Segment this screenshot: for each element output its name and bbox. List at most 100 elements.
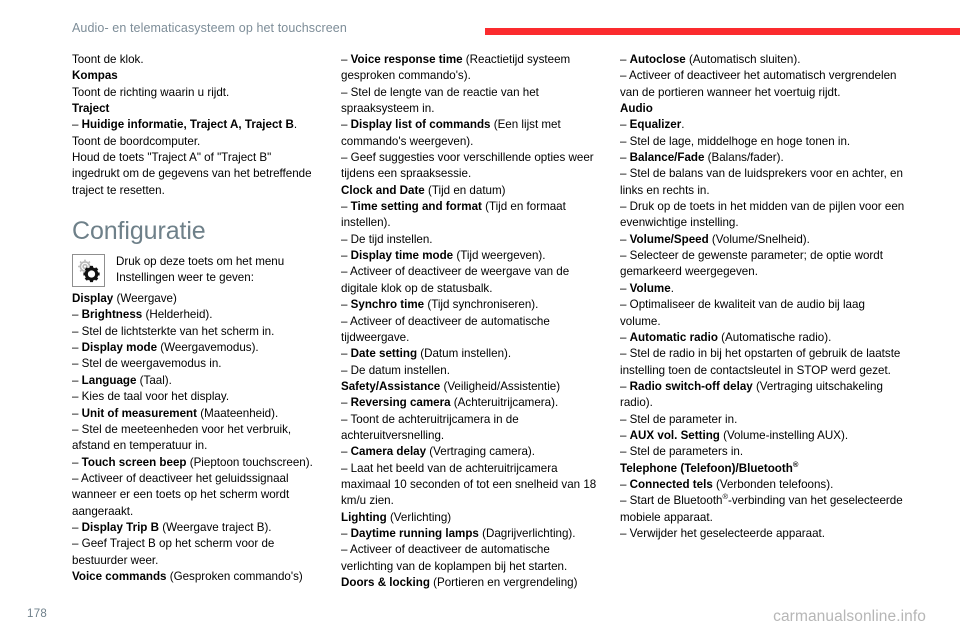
right-col-line-21: – Verwijder het geselecteerde apparaat. [620, 526, 905, 542]
middle-col-line-21: Doors & locking (Portieren en vergrendel… [341, 575, 599, 591]
term-label: Touch screen beep [81, 455, 187, 469]
bullet-dash: – [72, 455, 82, 469]
bullet-dash: – [72, 422, 82, 436]
term-description: Toont de richting waarin u rijdt. [72, 85, 230, 99]
term-label: Camera delay [350, 445, 427, 459]
bullet-dash: – [341, 53, 351, 66]
header-title: Audio- en telematicasysteem op het touch… [72, 21, 347, 35]
left-col-settings-line-10: – Activeer of deactiveer het geluidssign… [72, 471, 322, 520]
term-description: Toont de achteruitrijcamera in de achter… [341, 412, 519, 442]
term-description: Stel de balans van de luidsprekers voor … [620, 167, 903, 197]
gears-settings-icon-svg [78, 259, 100, 283]
settings-icon-caption-line-2: Instellingen weer te geven: [116, 271, 254, 285]
middle-col-line-4: Clock and Date (Tijd en datum) [341, 183, 599, 199]
middle-col-line-7: – Display time mode (Tijd weergeven). [341, 248, 599, 264]
middle-col-line-20: – Activeer of deactiveer de automatische… [341, 542, 599, 575]
term-description: (Vertraging camera). [426, 445, 535, 459]
bullet-dash: – [620, 281, 630, 295]
bullet-dash: – [620, 428, 630, 442]
middle-col-line-17: – Laat het beeld van de achteruitrijcame… [341, 461, 599, 510]
term-description: Activeer of deactiveer de automatische t… [341, 314, 550, 344]
term-label: Safety/Assistance [341, 379, 441, 393]
right-col-line-13: – Stel de radio in bij het opstarten of … [620, 346, 905, 379]
term-description: Kies de taal voor het display. [81, 390, 230, 404]
term-description: (Verbonden telefoons). [712, 477, 834, 491]
right-col-line-20: – Start de Bluetooth®-verbinding van het… [620, 493, 905, 526]
term-description: (Tijd synchroniseren). [424, 298, 539, 312]
bullet-dash: – [620, 200, 630, 214]
term-description: . [681, 118, 685, 132]
left-col-settings-line-6: – Kies de taal voor het display. [72, 389, 322, 405]
term-description: (Pieptoon touchscreen). [186, 455, 313, 469]
term-label: AUX vol. Setting [629, 428, 720, 442]
bullet-dash: – [72, 118, 82, 132]
bullet-dash: – [620, 167, 630, 181]
bullet-dash: – [620, 298, 630, 312]
term-label: Telephone (Telefoon)/Bluetooth [620, 461, 793, 475]
term-label: Radio switch-off delay [629, 379, 753, 393]
column-left: Toont de klok. Kompas Toont de richting wa… [72, 52, 322, 585]
left-col-settings-line-9: – Touch screen beep (Pieptoon touchscree… [72, 455, 322, 471]
term-label: Huidige informatie, Traject A, Traject B [81, 118, 294, 132]
left-col-settings-line-12: – Geef Traject B op het scherm voor de b… [72, 536, 322, 569]
bullet-dash: – [341, 445, 351, 459]
left-col-settings-line-5: – Language (Taal). [72, 373, 322, 389]
bullet-dash: – [341, 314, 351, 328]
bullet-dash: – [620, 151, 630, 165]
term-label: Voice commands [72, 569, 167, 583]
term-description: Geef Traject B op het scherm voor de bes… [72, 537, 275, 567]
term-description: Stel de parameter in. [629, 412, 738, 426]
left-col-settings-line-8: – Stel de meeteenheden voor het verbruik… [72, 422, 322, 455]
term-description: (Volume-instelling AUX). [719, 428, 849, 442]
term-label: Language [81, 373, 137, 387]
term-label: Traject [72, 102, 110, 116]
bullet-dash: – [341, 396, 351, 410]
bullet-dash: – [341, 543, 351, 557]
bullet-dash: – [620, 69, 630, 83]
term-label: Lighting [341, 510, 387, 524]
term-label: Reversing camera [350, 396, 451, 410]
right-col-line-6: – Stel de balans van de luidsprekers voo… [620, 166, 905, 199]
right-col-line-2: Audio [620, 101, 905, 117]
bullet-dash: – [341, 249, 351, 263]
gears-settings-icon[interactable] [72, 254, 105, 288]
middle-col-line-2: – Display list of commands (Een lijst me… [341, 117, 599, 150]
left-col-settings-line-2: – Stel de lichtsterkte van het scherm in… [72, 324, 322, 340]
term-description: Activeer of deactiveer het geluidssignaa… [72, 471, 290, 518]
term-description: (Weergavemodus). [157, 341, 259, 355]
middle-col-line-5: – Time setting and format (Tijd en forma… [341, 199, 599, 232]
bullet-dash: – [72, 357, 82, 371]
term-label: Display time mode [350, 249, 454, 263]
left-col-line-0: Toont de klok. [72, 52, 322, 68]
right-col-line-8: – Volume/Speed (Volume/Snelheid). [620, 232, 905, 248]
term-description: Laat het beeld van de achteruitrijcamera… [341, 461, 597, 508]
term-description: Stel de radio in bij het opstarten of ge… [620, 347, 901, 377]
right-col-line-19: – Connected tels (Verbonden telefoons). [620, 477, 905, 493]
bullet-dash: – [620, 232, 630, 246]
term-label: Balance/Fade [629, 151, 705, 165]
term-description: (Tijd en datum) [424, 183, 506, 197]
left-col-line-1: Kompas [72, 68, 322, 84]
bullet-dash: – [341, 526, 351, 540]
bullet-dash: – [72, 520, 82, 534]
right-col-line-17: – Stel de parameters in. [620, 444, 905, 460]
left-col-settings-line-11: – Display Trip B (Weergave traject B). [72, 520, 322, 536]
term-description: Activeer of deactiveer de weergave van d… [341, 265, 570, 295]
term-description: Stel de parameters in. [629, 445, 744, 459]
middle-col-line-0: – Voice response time (Reactietijd syste… [341, 52, 599, 85]
term-label: Display mode [81, 341, 158, 355]
registered-mark: ® [792, 459, 799, 469]
settings-icon-caption: Druk op deze toets om het menu Instellin… [116, 254, 322, 287]
bullet-dash: – [341, 200, 351, 214]
bullet-dash: – [341, 298, 351, 312]
bullet-dash: – [620, 494, 630, 508]
bullet-dash: – [341, 347, 351, 361]
term-label: Voice response time [350, 53, 463, 66]
term-label: Kompas [72, 69, 118, 83]
left-col-line-2: Toont de richting waarin u rijdt. [72, 85, 322, 101]
right-col-line-1: – Activeer of deactiveer het automatisch… [620, 68, 905, 101]
bullet-dash: – [341, 118, 351, 132]
term-description: (Automatische radio). [717, 330, 832, 344]
bullet-dash: – [341, 85, 351, 99]
term-description: (Volume/Snelheid). [708, 232, 810, 246]
